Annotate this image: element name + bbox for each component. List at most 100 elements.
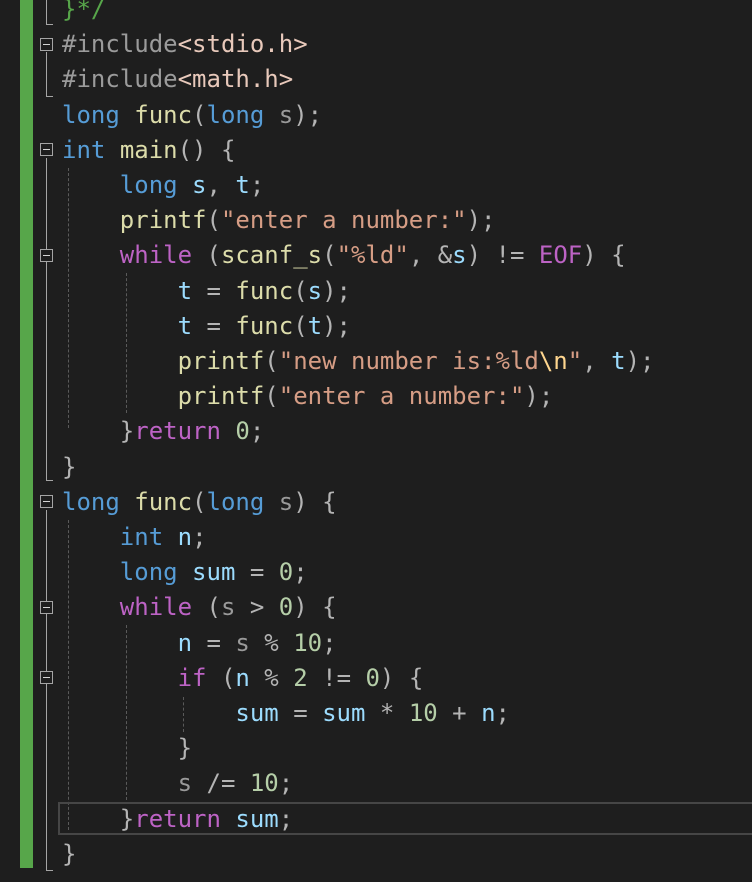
- code-token: s: [307, 276, 323, 305]
- code-token: ;: [249, 171, 265, 199]
- code-line[interactable]: t = func(t);: [62, 309, 351, 344]
- code-line[interactable]: }: [62, 731, 192, 766]
- code-token: <math.h>: [177, 65, 294, 94]
- code-line[interactable]: long func(long s);: [62, 98, 322, 133]
- code-token: "enter a number:": [278, 382, 525, 411]
- code-line[interactable]: }return 0;: [62, 414, 265, 449]
- code-token: sum: [322, 699, 366, 727]
- code-token: }: [119, 804, 135, 833]
- collapse-icon[interactable]: [40, 495, 53, 508]
- code-line[interactable]: t = func(s);: [62, 274, 351, 309]
- code-token: ) {: [379, 663, 424, 692]
- code-token: sum: [235, 804, 279, 833]
- code-line[interactable]: printf("new number is:%ld\n", t);: [62, 344, 655, 379]
- collapse-icon[interactable]: [40, 38, 53, 51]
- code-token: (: [192, 100, 207, 129]
- code-token: \n: [538, 347, 568, 375]
- code-line[interactable]: }*/: [62, 0, 105, 27]
- code-token: t: [307, 311, 323, 340]
- code-line[interactable]: }return sum;: [62, 802, 293, 837]
- code-token: main: [119, 135, 178, 164]
- code-line[interactable]: int n;: [62, 520, 207, 555]
- code-token: (: [293, 311, 308, 340]
- code-line[interactable]: s /= 10;: [62, 766, 294, 801]
- code-token: =: [192, 628, 236, 657]
- code-token: long: [62, 100, 120, 129]
- code-token: 0: [365, 663, 380, 692]
- code-token: ) {: [582, 241, 626, 270]
- code-token: =: [192, 311, 236, 340]
- code-token: while: [119, 593, 193, 622]
- code-line[interactable]: }: [62, 837, 76, 872]
- code-token: );: [625, 347, 655, 375]
- code-line[interactable]: long sum = 0;: [62, 555, 308, 590]
- code-token: #include: [62, 65, 178, 94]
- code-token: );: [322, 276, 352, 305]
- outline-tick: [46, 96, 53, 97]
- code-token: ": [567, 347, 583, 375]
- code-token: 0: [235, 417, 250, 446]
- code-token: if: [177, 663, 207, 692]
- code-line[interactable]: #include<math.h>: [62, 62, 293, 97]
- code-token: #include: [62, 30, 178, 59]
- code-token: return: [134, 417, 221, 446]
- outline-tick: [46, 870, 53, 871]
- code-editor[interactable]: }*/#include<stdio.h> #include<math.h> long…: [0, 0, 752, 882]
- code-token: !=: [307, 663, 366, 692]
- code-token: *: [365, 699, 409, 727]
- change-tracking-bar: [20, 0, 33, 868]
- code-line[interactable]: #include<stdio.h>: [62, 27, 308, 62]
- code-token: s: [278, 487, 294, 516]
- code-token: func: [134, 487, 193, 516]
- code-token: "enter a number:": [220, 206, 467, 235]
- code-line[interactable]: long func(long s) {: [62, 485, 337, 520]
- code-token: ;: [495, 699, 510, 727]
- code-token: func: [134, 100, 193, 129]
- code-line[interactable]: int main() {: [62, 133, 235, 168]
- code-token: int: [119, 523, 164, 551]
- collapse-icon[interactable]: [40, 249, 53, 262]
- code-token: ;: [278, 769, 294, 798]
- code-token: 0: [278, 593, 294, 622]
- code-token: "%ld": [336, 241, 409, 270]
- code-token: ;: [249, 417, 265, 446]
- collapse-icon[interactable]: [40, 143, 53, 156]
- code-line[interactable]: printf("enter a number:");: [62, 379, 554, 414]
- code-token: return: [134, 804, 221, 833]
- collapse-icon[interactable]: [40, 671, 53, 684]
- code-token: ;: [278, 804, 294, 833]
- code-line[interactable]: if (n % 2 != 0) {: [62, 661, 424, 696]
- code-token: (: [206, 663, 236, 692]
- code-line[interactable]: }: [62, 450, 76, 485]
- code-token: ;: [293, 558, 308, 587]
- code-token: 10: [249, 769, 279, 798]
- code-token: 10: [408, 699, 438, 727]
- code-line[interactable]: long s, t;: [62, 168, 265, 203]
- code-token: t: [235, 171, 250, 199]
- code-line[interactable]: printf("enter a number:");: [62, 203, 496, 238]
- code-token: );: [524, 382, 554, 411]
- code-token: (: [206, 206, 221, 235]
- code-line[interactable]: while (s > 0) {: [62, 590, 337, 625]
- code-token: 10: [293, 628, 323, 657]
- collapse-icon[interactable]: [40, 601, 53, 614]
- code-line[interactable]: n = s % 10;: [62, 626, 337, 661]
- code-token: long: [119, 558, 178, 587]
- code-line[interactable]: while (scanf_s("%ld", &s) != EOF) {: [62, 238, 626, 273]
- code-token: () {: [177, 135, 236, 164]
- code-line[interactable]: sum = sum * 10 + n;: [62, 696, 510, 731]
- code-token: long: [206, 100, 265, 129]
